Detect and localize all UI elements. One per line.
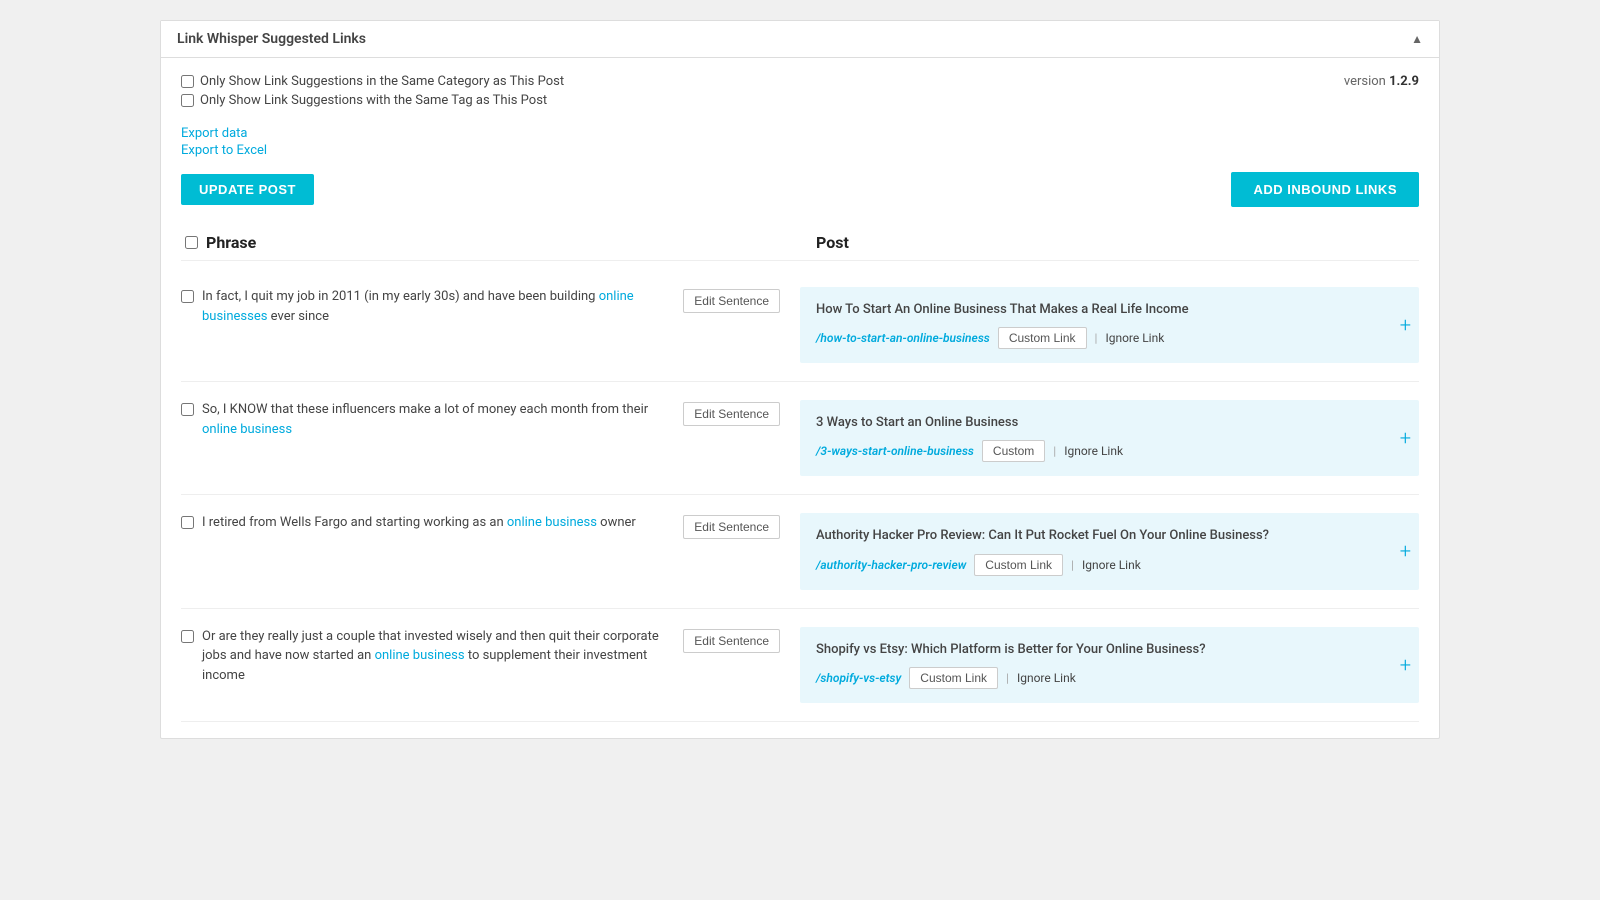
row2-custom-link-button[interactable]: Custom — [982, 440, 1045, 462]
row4-phrase-text: Or are they really just a couple that in… — [202, 627, 675, 686]
checkbox-same-tag[interactable] — [181, 94, 194, 107]
row3-post-meta: /authority-hacker-pro-review Custom Link… — [816, 554, 1403, 576]
phrase-col-4: Or are they really just a couple that in… — [181, 627, 800, 686]
table-row: In fact, I quit my job in 2011 (in my ea… — [181, 269, 1419, 382]
row2-edit-sentence-button[interactable]: Edit Sentence — [683, 402, 780, 426]
table-row: I retired from Wells Fargo and starting … — [181, 495, 1419, 608]
row4-phrase-link[interactable]: online business — [375, 648, 465, 663]
row3-phrase-link[interactable]: online business — [507, 515, 597, 530]
add-inbound-links-button[interactable]: ADD INBOUND LINKS — [1231, 172, 1419, 207]
row1-edit-sentence-button[interactable]: Edit Sentence — [683, 289, 780, 313]
post-col-3-outer: Authority Hacker Pro Review: Can It Put … — [800, 513, 1419, 589]
phrase-col-label: Phrase — [206, 233, 256, 252]
row1-after: ever since — [267, 309, 329, 324]
select-all-checkbox[interactable] — [185, 236, 198, 249]
post-col-2-outer: 3 Ways to Start an Online Business /3-wa… — [800, 400, 1419, 476]
post-col-2: 3 Ways to Start an Online Business /3-wa… — [800, 400, 1419, 476]
row4-custom-link-button[interactable]: Custom Link — [909, 667, 998, 689]
row2-post-slug: /3-ways-start-online-business — [816, 444, 974, 458]
row2-before: So, I KNOW that these influencers make a… — [202, 402, 648, 417]
row1-before: In fact, I quit my job in 2011 (in my ea… — [202, 289, 599, 304]
row3-ignore-link[interactable]: Ignore Link — [1082, 558, 1141, 572]
row4-separator: | — [1006, 671, 1009, 685]
option-same-category[interactable]: Only Show Link Suggestions in the Same C… — [181, 74, 564, 89]
row1-checkbox[interactable] — [181, 290, 194, 303]
export-links-group: Export data Export to Excel — [181, 126, 1419, 158]
row4-expand-icon[interactable]: + — [1400, 655, 1411, 675]
row3-expand-icon[interactable]: + — [1400, 541, 1411, 561]
suggestions-table: In fact, I quit my job in 2011 (in my ea… — [181, 269, 1419, 722]
table-row: So, I KNOW that these influencers make a… — [181, 382, 1419, 495]
col-phrase-header: Phrase — [181, 233, 800, 252]
row2-post-meta: /3-ways-start-online-business Custom | I… — [816, 440, 1403, 462]
row3-post-slug: /authority-hacker-pro-review — [816, 558, 966, 572]
row1-separator: | — [1095, 331, 1098, 345]
checkbox-same-category[interactable] — [181, 75, 194, 88]
row1-custom-link-button[interactable]: Custom Link — [998, 327, 1087, 349]
version-info: version 1.2.9 — [1344, 74, 1419, 89]
row1-post-title: How To Start An Online Business That Mak… — [816, 301, 1403, 319]
row2-phrase-link[interactable]: online business — [202, 422, 292, 437]
post-col-4-outer: Shopify vs Etsy: Which Platform is Bette… — [800, 627, 1419, 703]
widget-title: Link Whisper Suggested Links — [177, 31, 366, 47]
export-data-link[interactable]: Export data — [181, 126, 1419, 141]
phrase-col-3: I retired from Wells Fargo and starting … — [181, 513, 800, 539]
row1-ignore-link[interactable]: Ignore Link — [1105, 331, 1164, 345]
row3-checkbox[interactable] — [181, 516, 194, 529]
update-post-button[interactable]: UPDATE POST — [181, 174, 314, 205]
option-same-tag-label: Only Show Link Suggestions with the Same… — [200, 93, 547, 108]
table-header: Phrase Post — [181, 225, 1419, 261]
row2-checkbox[interactable] — [181, 403, 194, 416]
row4-post-meta: /shopify-vs-etsy Custom Link | Ignore Li… — [816, 667, 1403, 689]
row4-edit-sentence-button[interactable]: Edit Sentence — [683, 629, 780, 653]
row3-custom-link-button[interactable]: Custom Link — [974, 554, 1063, 576]
row4-post-slug: /shopify-vs-etsy — [816, 671, 901, 685]
col-post-header: Post — [800, 233, 1419, 252]
option-same-tag[interactable]: Only Show Link Suggestions with the Same… — [181, 93, 564, 108]
widget-header: Link Whisper Suggested Links ▲ — [161, 21, 1439, 58]
row3-edit-sentence-button[interactable]: Edit Sentence — [683, 515, 780, 539]
export-excel-link[interactable]: Export to Excel — [181, 143, 1419, 158]
version-number: 1.2.9 — [1389, 74, 1419, 89]
row3-before: I retired from Wells Fargo and starting … — [202, 515, 507, 530]
post-col-4: Shopify vs Etsy: Which Platform is Bette… — [800, 627, 1419, 703]
row3-phrase-text: I retired from Wells Fargo and starting … — [202, 513, 675, 533]
row4-checkbox[interactable] — [181, 630, 194, 643]
option-same-category-label: Only Show Link Suggestions in the Same C… — [200, 74, 564, 89]
phrase-col-1: In fact, I quit my job in 2011 (in my ea… — [181, 287, 800, 326]
actions-row: UPDATE POST ADD INBOUND LINKS — [181, 172, 1419, 207]
post-col-3: Authority Hacker Pro Review: Can It Put … — [800, 513, 1419, 589]
row1-post-meta: /how-to-start-an-online-business Custom … — [816, 327, 1403, 349]
row2-expand-icon[interactable]: + — [1400, 428, 1411, 448]
widget-toggle-icon[interactable]: ▲ — [1411, 32, 1423, 46]
table-row: Or are they really just a couple that in… — [181, 609, 1419, 722]
row4-ignore-link[interactable]: Ignore Link — [1017, 671, 1076, 685]
row3-separator: | — [1071, 558, 1074, 572]
row2-separator: | — [1053, 444, 1056, 458]
row2-ignore-link[interactable]: Ignore Link — [1064, 444, 1123, 458]
phrase-col-2: So, I KNOW that these influencers make a… — [181, 400, 800, 439]
post-col-1: How To Start An Online Business That Mak… — [800, 287, 1419, 363]
row3-after: owner — [597, 515, 636, 530]
version-label: version — [1344, 74, 1386, 89]
widget-body: Only Show Link Suggestions in the Same C… — [161, 58, 1439, 738]
row1-expand-icon[interactable]: + — [1400, 315, 1411, 335]
row1-phrase-text: In fact, I quit my job in 2011 (in my ea… — [202, 287, 675, 326]
row3-post-title: Authority Hacker Pro Review: Can It Put … — [816, 527, 1403, 545]
row4-post-title: Shopify vs Etsy: Which Platform is Bette… — [816, 641, 1403, 659]
row2-phrase-text: So, I KNOW that these influencers make a… — [202, 400, 675, 439]
filter-options: Only Show Link Suggestions in the Same C… — [181, 74, 564, 108]
row2-post-title: 3 Ways to Start an Online Business — [816, 414, 1403, 432]
row1-post-slug: /how-to-start-an-online-business — [816, 331, 990, 345]
post-col-1-outer: How To Start An Online Business That Mak… — [800, 287, 1419, 363]
